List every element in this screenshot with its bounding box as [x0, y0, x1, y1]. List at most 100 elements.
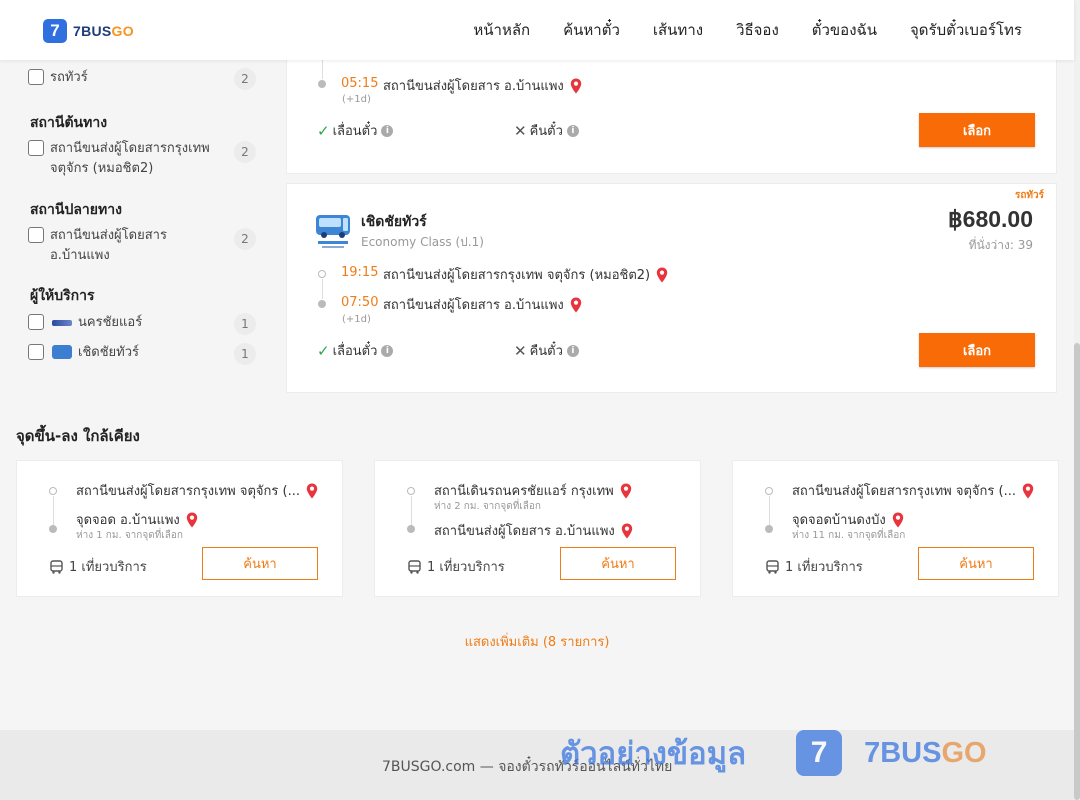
- count-badge: 2: [234, 68, 256, 90]
- map-pin-icon[interactable]: [186, 512, 198, 528]
- filter-title-origin: สถานีต้นทาง: [30, 115, 108, 131]
- info-icon[interactable]: i: [566, 124, 579, 137]
- nav-search-tickets[interactable]: ค้นหาตั๋ว: [563, 18, 620, 42]
- vehicle-type-tag: รถทัวร์: [1014, 190, 1044, 201]
- count-badge: 1: [234, 343, 256, 365]
- postpone-policy[interactable]: ✓ เลื่อนตั๋ว i: [317, 340, 394, 361]
- logo-badge: 7: [43, 19, 67, 43]
- map-pin-icon[interactable]: [570, 297, 582, 313]
- nearby-card: สถานีขนส่งผู้โดยสารกรุงเทพ จตุจักร (... …: [16, 460, 343, 597]
- filter-sidebar: รถทัวร์ 2 สถานีต้นทาง สถานีขนส่งผู้โดยสา…: [16, 60, 270, 406]
- nearby-stops-title: จุดขึ้น-ลง ใกล้เคียง: [16, 427, 140, 445]
- filter-destination-station[interactable]: สถานีขนส่งผู้โดยสาร อ.บ้านแพง 2: [28, 226, 256, 266]
- nav-pickup-points[interactable]: จุดรับตั๋วเบอร์โทร: [910, 18, 1022, 42]
- watermark-logo-icon: 7: [796, 730, 843, 776]
- check-icon: ✓: [317, 121, 330, 140]
- arrive-station: สถานีขนส่งผู้โดยสาร อ.บ้านแพง: [383, 75, 582, 96]
- to-station: จุดจอดบ้านดงบัง: [792, 509, 904, 530]
- map-pin-icon[interactable]: [892, 512, 904, 528]
- checkbox[interactable]: [28, 140, 44, 156]
- filter-title-operator: ผู้ให้บริการ: [30, 288, 95, 304]
- count-badge: 1: [234, 313, 256, 335]
- map-pin-icon[interactable]: [621, 523, 633, 539]
- refund-policy[interactable]: ✕ คืนตั๋ว i: [514, 340, 579, 361]
- route-line: [411, 496, 412, 525]
- map-pin-icon[interactable]: [1022, 483, 1034, 499]
- filter-operator-nakhonchai[interactable]: นครชัยแอร์ 1: [28, 313, 256, 335]
- nav-routes[interactable]: เส้นทาง: [653, 18, 703, 42]
- checkbox[interactable]: [28, 314, 44, 330]
- show-more-link[interactable]: แสดงเพิ่มเติม (8 รายการ): [0, 631, 1074, 652]
- route-line: [53, 496, 54, 525]
- to-dot: [49, 525, 57, 533]
- nav-home[interactable]: หน้าหลัก: [473, 18, 530, 42]
- search-button[interactable]: ค้นหา: [918, 547, 1034, 580]
- filter-label: นครชัยแอร์: [78, 315, 143, 330]
- bus-icon: [50, 559, 63, 574]
- filter-label: เชิดชัยทัวร์: [78, 345, 140, 360]
- nakhonchai-logo-icon: [52, 320, 72, 326]
- seat-class: Economy Class (ป.1): [361, 235, 484, 249]
- arrive-time: 05:15: [341, 76, 379, 91]
- route-line: [769, 496, 770, 525]
- map-pin-icon[interactable]: [306, 483, 318, 499]
- watermark: ตัวอย่างข้อมูล 7 7BUSGO: [560, 728, 987, 778]
- filter-operator-cherdchai[interactable]: เชิดชัยทัวร์ 1: [28, 343, 256, 365]
- search-button[interactable]: ค้นหา: [560, 547, 676, 580]
- arrive-dot: [318, 80, 326, 88]
- refund-policy[interactable]: ✕ คืนตั๋ว i: [514, 120, 579, 141]
- to-station: จุดจอด อ.บ้านแพง: [76, 509, 198, 530]
- postpone-policy[interactable]: ✓ เลื่อนตั๋ว i: [317, 120, 394, 141]
- map-pin-icon[interactable]: [656, 267, 668, 283]
- nav-how-to-book[interactable]: วิธีจอง: [736, 18, 779, 42]
- bus-icon: [766, 559, 779, 574]
- top-header: 7 7BUSGO หน้าหลัก ค้นหาตั๋ว เส้นทาง วิธี…: [0, 0, 1074, 60]
- select-button[interactable]: เลือก: [919, 113, 1035, 147]
- cherdchai-logo-icon: [316, 215, 350, 248]
- scrollbar-thumb[interactable]: [1074, 343, 1080, 800]
- map-pin-icon[interactable]: [570, 78, 582, 94]
- select-button[interactable]: เลือก: [919, 333, 1035, 367]
- trip-count: 1 เที่ยวบริการ: [766, 556, 863, 577]
- next-day-label: (+1d): [342, 94, 371, 105]
- to-dot: [765, 525, 773, 533]
- filter-label: สถานีขนส่งผู้โดยสารกรุงเทพ จตุจักร (หมอช…: [50, 141, 210, 176]
- search-button[interactable]: ค้นหา: [202, 547, 318, 580]
- main-nav: หน้าหลัก ค้นหาตั๋ว เส้นทาง วิธีจอง ตั๋วข…: [473, 0, 1022, 60]
- distance-label: ห่าง 2 กม. จากจุดที่เลือก: [434, 501, 541, 512]
- to-dot: [407, 525, 415, 533]
- info-icon[interactable]: i: [381, 344, 394, 357]
- trip-count: 1 เที่ยวบริการ: [408, 556, 505, 577]
- depart-time: 19:15: [341, 265, 379, 280]
- seats-available: ที่นั่งว่าง: 39: [968, 238, 1033, 252]
- next-day-label: (+1d): [342, 314, 371, 325]
- cherdchai-logo-icon: [52, 345, 72, 359]
- operator-name: เชิดชัยทัวร์: [361, 214, 427, 230]
- watermark-caption: ตัวอย่างข้อมูล: [560, 736, 747, 772]
- check-icon: ✓: [317, 341, 330, 360]
- checkbox[interactable]: [28, 344, 44, 360]
- filter-title-destination: สถานีปลายทาง: [30, 202, 122, 218]
- cross-icon: ✕: [514, 341, 527, 360]
- info-icon[interactable]: i: [566, 344, 579, 357]
- arrive-time: 07:50: [341, 295, 379, 310]
- from-station: สถานีขนส่งผู้โดยสารกรุงเทพ จตุจักร (...: [792, 480, 1034, 501]
- bus-icon: [408, 559, 421, 574]
- site-logo[interactable]: 7 7BUSGO: [43, 19, 134, 43]
- distance-label: ห่าง 1 กม. จากจุดที่เลือก: [76, 530, 183, 541]
- filter-origin-station[interactable]: สถานีขนส่งผู้โดยสารกรุงเทพ จตุจักร (หมอช…: [28, 139, 256, 179]
- trip-count: 1 เที่ยวบริการ: [50, 556, 147, 577]
- map-pin-icon[interactable]: [620, 483, 632, 499]
- checkbox[interactable]: [28, 227, 44, 243]
- from-dot: [407, 487, 415, 495]
- to-station: สถานีขนส่งผู้โดยสาร อ.บ้านแพง: [434, 520, 633, 541]
- nav-my-tickets[interactable]: ตั๋วของฉัน: [812, 18, 877, 42]
- nearby-card: สถานีขนส่งผู้โดยสารกรุงเทพ จตุจักร (... …: [732, 460, 1059, 597]
- filter-vehicle-tour[interactable]: รถทัวร์ 2: [28, 68, 256, 90]
- arrive-dot: [318, 300, 326, 308]
- filter-label: รถทัวร์: [50, 70, 88, 85]
- checkbox[interactable]: [28, 69, 44, 85]
- info-icon[interactable]: i: [381, 124, 394, 137]
- watermark-brand: 7BUSGO: [864, 736, 987, 769]
- route-line: [322, 279, 323, 299]
